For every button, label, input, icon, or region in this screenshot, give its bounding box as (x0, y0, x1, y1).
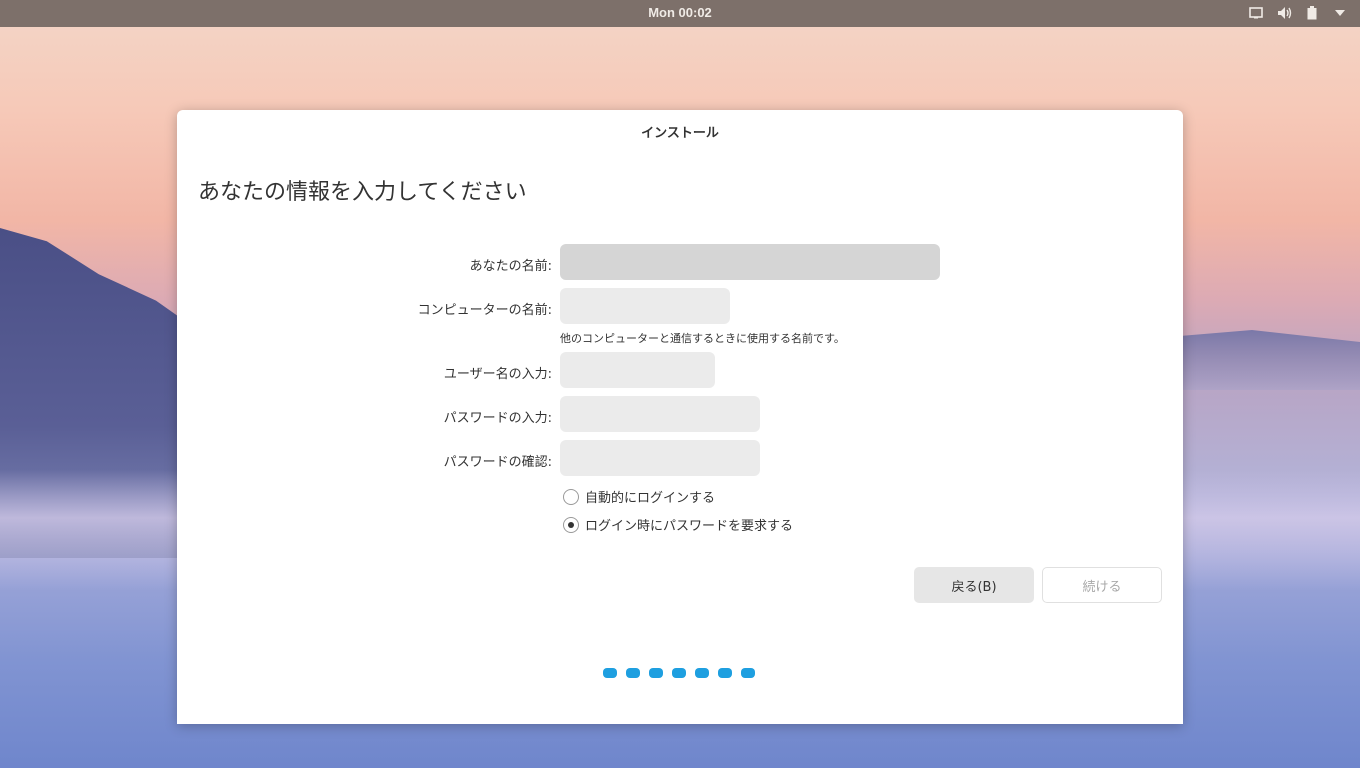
step-progress (603, 668, 755, 678)
window-title: インストール (641, 126, 719, 141)
clock[interactable]: Mon 00:02 (0, 5, 1360, 20)
progress-step (695, 668, 709, 678)
progress-step (672, 668, 686, 678)
top-bar: Mon 00:02 (0, 0, 1360, 27)
username-label: ユーザー名の入力: (443, 367, 552, 382)
progress-step (741, 668, 755, 678)
wallpaper-ridge (1180, 330, 1360, 390)
progress-step (649, 668, 663, 678)
computer-name-label: コンピューターの名前: (417, 303, 552, 318)
progress-step (603, 668, 617, 678)
radio-selected-dot (568, 521, 574, 528)
display-icon[interactable] (1248, 5, 1264, 21)
battery-icon[interactable] (1304, 5, 1320, 21)
require-password-label: ログイン時にパスワードを要求する (585, 519, 794, 534)
confirm-password-field[interactable] (560, 440, 760, 476)
computer-name-hint: 他のコンピューターと通信するときに使用する名前です。 (560, 332, 845, 345)
page-heading: あなたの情報を入力してください (198, 180, 527, 205)
progress-step (718, 668, 732, 678)
password-label: パスワードの入力: (443, 411, 552, 426)
name-label: あなたの名前: (469, 259, 552, 274)
username-field[interactable] (560, 352, 715, 388)
desktop-background: Mon 00:02 インストール あなたの情報を入力してください あなたの名前:… (0, 0, 1360, 768)
confirm-password-label: パスワードの確認: (443, 455, 552, 470)
password-field[interactable] (560, 396, 760, 432)
auto-login-radio[interactable] (563, 488, 579, 505)
installer-window: インストール あなたの情報を入力してください あなたの名前: コンピューターの名… (177, 110, 1183, 724)
menu-arrow-icon[interactable] (1332, 5, 1348, 21)
require-password-radio[interactable] (563, 516, 579, 533)
auto-login-option[interactable]: 自動的にログインする (563, 487, 715, 506)
require-password-option[interactable]: ログイン時にパスワードを要求する (563, 515, 793, 534)
auto-login-label: 自動的にログインする (585, 491, 716, 506)
continue-button[interactable]: 続ける (1042, 567, 1162, 603)
computer-name-field[interactable] (560, 288, 730, 324)
system-tray (1248, 5, 1348, 21)
progress-step (626, 668, 640, 678)
name-field[interactable] (560, 244, 940, 280)
volume-icon[interactable] (1276, 5, 1292, 21)
back-button[interactable]: 戻る(B) (914, 567, 1034, 603)
